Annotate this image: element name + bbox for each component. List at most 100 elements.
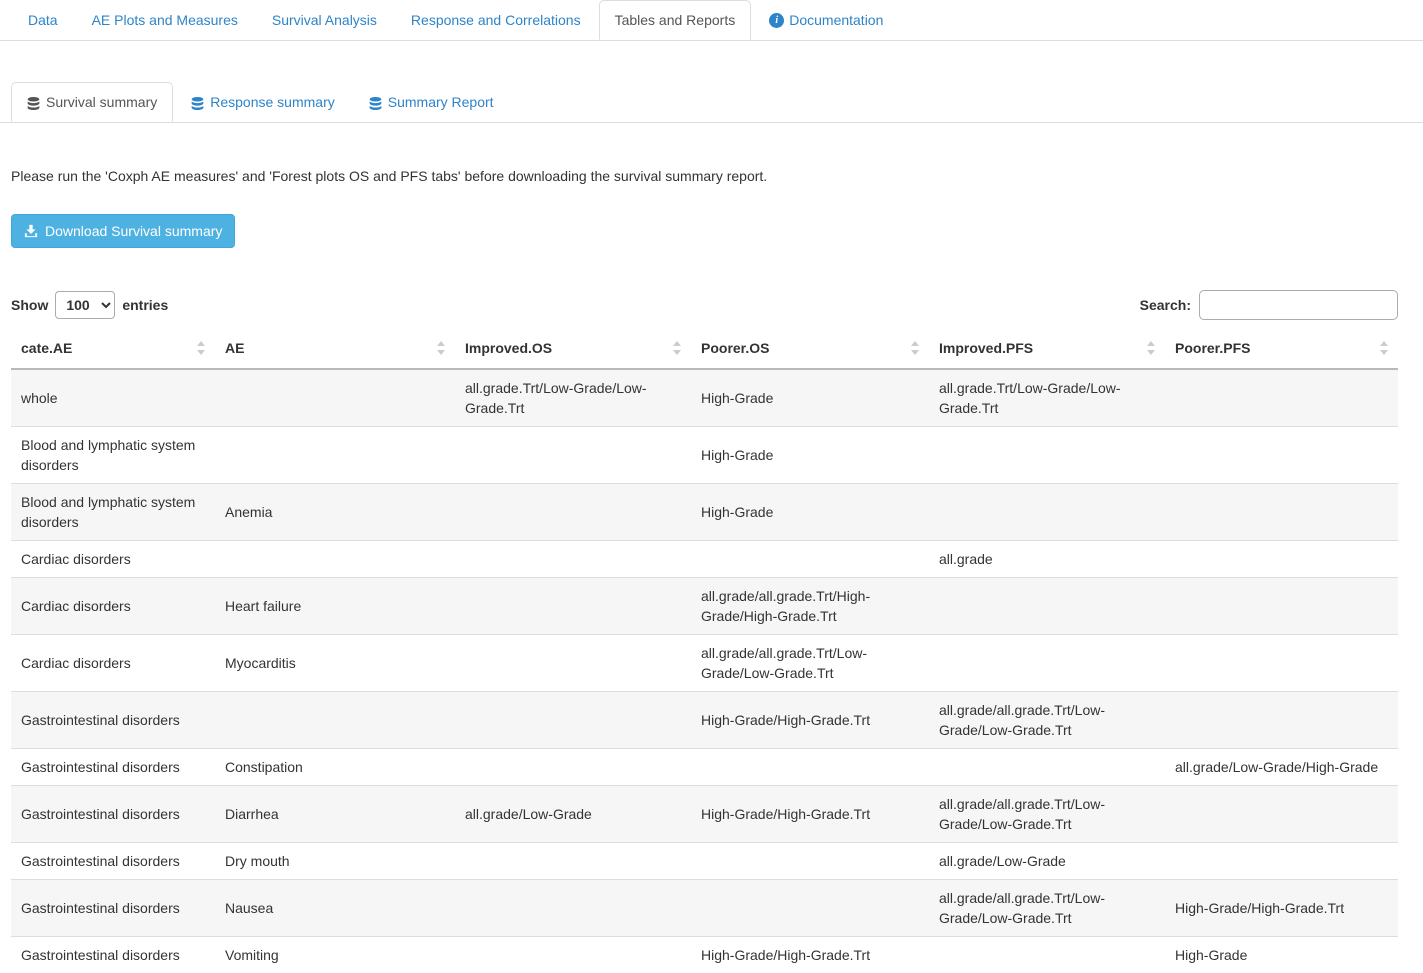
column-header-poorer-os[interactable]: Poorer.OS bbox=[691, 328, 929, 369]
main-tab-label: AE Plots and Measures bbox=[92, 11, 238, 29]
main-tab-label: Documentation bbox=[789, 11, 883, 29]
cell-poorer-pfs bbox=[1165, 541, 1398, 578]
sort-icon bbox=[1147, 341, 1155, 355]
column-header-cate-ae[interactable]: cate.AE bbox=[11, 328, 215, 369]
table-row: Cardiac disordersMyocarditis all.grade/al… bbox=[11, 635, 1398, 692]
cell-poorer-pfs bbox=[1165, 786, 1398, 843]
sort-icon bbox=[1380, 341, 1388, 355]
cell-cate-ae: Gastrointestinal disorders bbox=[11, 692, 215, 749]
column-header-label: Poorer.PFS bbox=[1175, 340, 1250, 356]
column-header-poorer-pfs[interactable]: Poorer.PFS bbox=[1165, 328, 1398, 369]
sub-tab-link-response-summary[interactable]: Response summary bbox=[175, 82, 351, 122]
cell-poorer-os: High-Grade/High-Grade.Trt bbox=[691, 937, 929, 973]
cell-improved-os: all.grade.Trt/Low-Grade/Low-Grade.Trt bbox=[455, 369, 691, 427]
main-tab-link-tables-and-reports[interactable]: Tables and Reports bbox=[599, 0, 752, 40]
table-header-row: cate.AEAEImproved.OS Poorer.OS Improved.PF… bbox=[11, 328, 1398, 369]
page-length-select[interactable]: 100 bbox=[55, 291, 115, 319]
sort-icon bbox=[911, 341, 919, 355]
cell-improved-pfs: all.grade.Trt/Low-Grade/Low-Grade.Trt bbox=[929, 369, 1165, 427]
cell-improved-os bbox=[455, 427, 691, 484]
column-header-ae[interactable]: AE bbox=[215, 328, 455, 369]
survival-summary-panel: Please run the 'Coxph AE measures' and '… bbox=[0, 166, 1423, 973]
cell-ae: Anemia bbox=[215, 484, 455, 541]
cell-cate-ae: Blood and lymphatic system disorders bbox=[11, 484, 215, 541]
cell-cate-ae: Gastrointestinal disorders bbox=[11, 880, 215, 937]
main-tab-survival-analysis: Survival Analysis bbox=[256, 0, 393, 40]
table-row: Cardiac disordersHeart failure all.grade/… bbox=[11, 578, 1398, 635]
table-row: Gastrointestinal disorders High-Grade/Hig… bbox=[11, 692, 1398, 749]
cell-improved-os bbox=[455, 937, 691, 973]
cell-improved-os bbox=[455, 880, 691, 937]
cell-ae bbox=[215, 692, 455, 749]
search-control: Search: bbox=[1140, 290, 1398, 320]
cell-poorer-pfs bbox=[1165, 427, 1398, 484]
cell-improved-pfs bbox=[929, 578, 1165, 635]
cell-cate-ae: Gastrointestinal disorders bbox=[11, 843, 215, 880]
main-tab-response-and-correlations: Response and Correlations bbox=[395, 0, 597, 40]
cell-improved-pfs: all.grade/all.grade.Trt/Low-Grade/Low-Gr… bbox=[929, 786, 1165, 843]
cell-improved-pfs: all.grade/Low-Grade bbox=[929, 843, 1165, 880]
cell-ae: Diarrhea bbox=[215, 786, 455, 843]
main-tab-label: Tables and Reports bbox=[615, 11, 736, 29]
datatable-controls: Show 100 entries Search: bbox=[11, 290, 1398, 320]
cell-poorer-pfs: High-Grade bbox=[1165, 937, 1398, 973]
search-input[interactable] bbox=[1199, 290, 1398, 320]
column-header-label: Poorer.OS bbox=[701, 340, 769, 356]
survival-summary-table: cate.AEAEImproved.OS Poorer.OS Improved.PF… bbox=[11, 328, 1398, 973]
table-row: Gastrointestinal disordersDiarrhea all.gr… bbox=[11, 786, 1398, 843]
sub-tab-label: Response summary bbox=[210, 93, 335, 111]
cell-poorer-os: all.grade/all.grade.Trt/Low-Grade/Low-Gr… bbox=[691, 635, 929, 692]
cell-ae: Vomiting bbox=[215, 937, 455, 973]
cell-poorer-pfs bbox=[1165, 578, 1398, 635]
main-tab-label: Survival Analysis bbox=[272, 11, 377, 29]
database-icon bbox=[191, 96, 204, 109]
table-row: wholeall.grade.Trt/Low-Grade/Low-Grade.T… bbox=[11, 369, 1398, 427]
main-tab-link-response-and-correlations[interactable]: Response and Correlations bbox=[395, 0, 597, 40]
main-tab-link-documentation[interactable]: iDocumentation bbox=[753, 0, 899, 40]
sub-tab-link-survival-summary[interactable]: Survival summary bbox=[11, 82, 173, 122]
show-label: Show bbox=[11, 297, 48, 313]
main-tab-link-ae-plots-and-measures[interactable]: AE Plots and Measures bbox=[76, 0, 254, 40]
page: Data AE Plots and Measures Survival Analys… bbox=[0, 0, 1423, 973]
main-tab-link-data[interactable]: Data bbox=[12, 0, 74, 40]
cell-poorer-os: all.grade/all.grade.Trt/High-Grade/High-… bbox=[691, 578, 929, 635]
cell-poorer-os bbox=[691, 749, 929, 786]
cell-poorer-os bbox=[691, 880, 929, 937]
cell-ae: Heart failure bbox=[215, 578, 455, 635]
cell-cate-ae: Cardiac disorders bbox=[11, 578, 215, 635]
column-header-improved-os[interactable]: Improved.OS bbox=[455, 328, 691, 369]
cell-improved-pfs bbox=[929, 427, 1165, 484]
column-header-improved-pfs[interactable]: Improved.PFS bbox=[929, 328, 1165, 369]
main-tab-data: Data bbox=[12, 0, 74, 40]
main-tab-label: Response and Correlations bbox=[411, 11, 581, 29]
cell-improved-pfs: all.grade/all.grade.Trt/Low-Grade/Low-Gr… bbox=[929, 692, 1165, 749]
cell-improved-os bbox=[455, 749, 691, 786]
sub-tab-label: Survival summary bbox=[46, 93, 157, 111]
cell-poorer-pfs bbox=[1165, 843, 1398, 880]
main-nav-tabs: Data AE Plots and Measures Survival Analys… bbox=[0, 0, 1423, 41]
table-row: Gastrointestinal disordersNauseaall.grad… bbox=[11, 880, 1398, 937]
main-tab-link-survival-analysis[interactable]: Survival Analysis bbox=[256, 0, 393, 40]
sub-tab-survival-summary: Survival summary bbox=[11, 82, 173, 122]
cell-improved-pfs bbox=[929, 635, 1165, 692]
cell-poorer-os: High-Grade bbox=[691, 427, 929, 484]
table-row: Cardiac disordersall.grade bbox=[11, 541, 1398, 578]
cell-cate-ae: Gastrointestinal disorders bbox=[11, 786, 215, 843]
cell-poorer-pfs bbox=[1165, 484, 1398, 541]
download-icon bbox=[24, 224, 38, 238]
cell-poorer-os bbox=[691, 843, 929, 880]
column-header-label: Improved.PFS bbox=[939, 340, 1033, 356]
cell-ae: Myocarditis bbox=[215, 635, 455, 692]
table-row: Gastrointestinal disordersDry mouthall.g… bbox=[11, 843, 1398, 880]
cell-cate-ae: Cardiac disorders bbox=[11, 635, 215, 692]
sort-icon bbox=[437, 341, 445, 355]
sort-icon bbox=[673, 341, 681, 355]
database-icon bbox=[27, 96, 40, 109]
cell-cate-ae: Gastrointestinal disorders bbox=[11, 937, 215, 973]
sub-tab-link-summary-report[interactable]: Summary Report bbox=[353, 82, 510, 122]
cell-poorer-os: High-Grade/High-Grade.Trt bbox=[691, 786, 929, 843]
download-survival-summary-button[interactable]: Download Survival summary bbox=[11, 214, 235, 248]
sub-tab-label: Summary Report bbox=[388, 93, 494, 111]
main-tab-label: Data bbox=[28, 11, 58, 29]
cell-poorer-os: High-Grade/High-Grade.Trt bbox=[691, 692, 929, 749]
